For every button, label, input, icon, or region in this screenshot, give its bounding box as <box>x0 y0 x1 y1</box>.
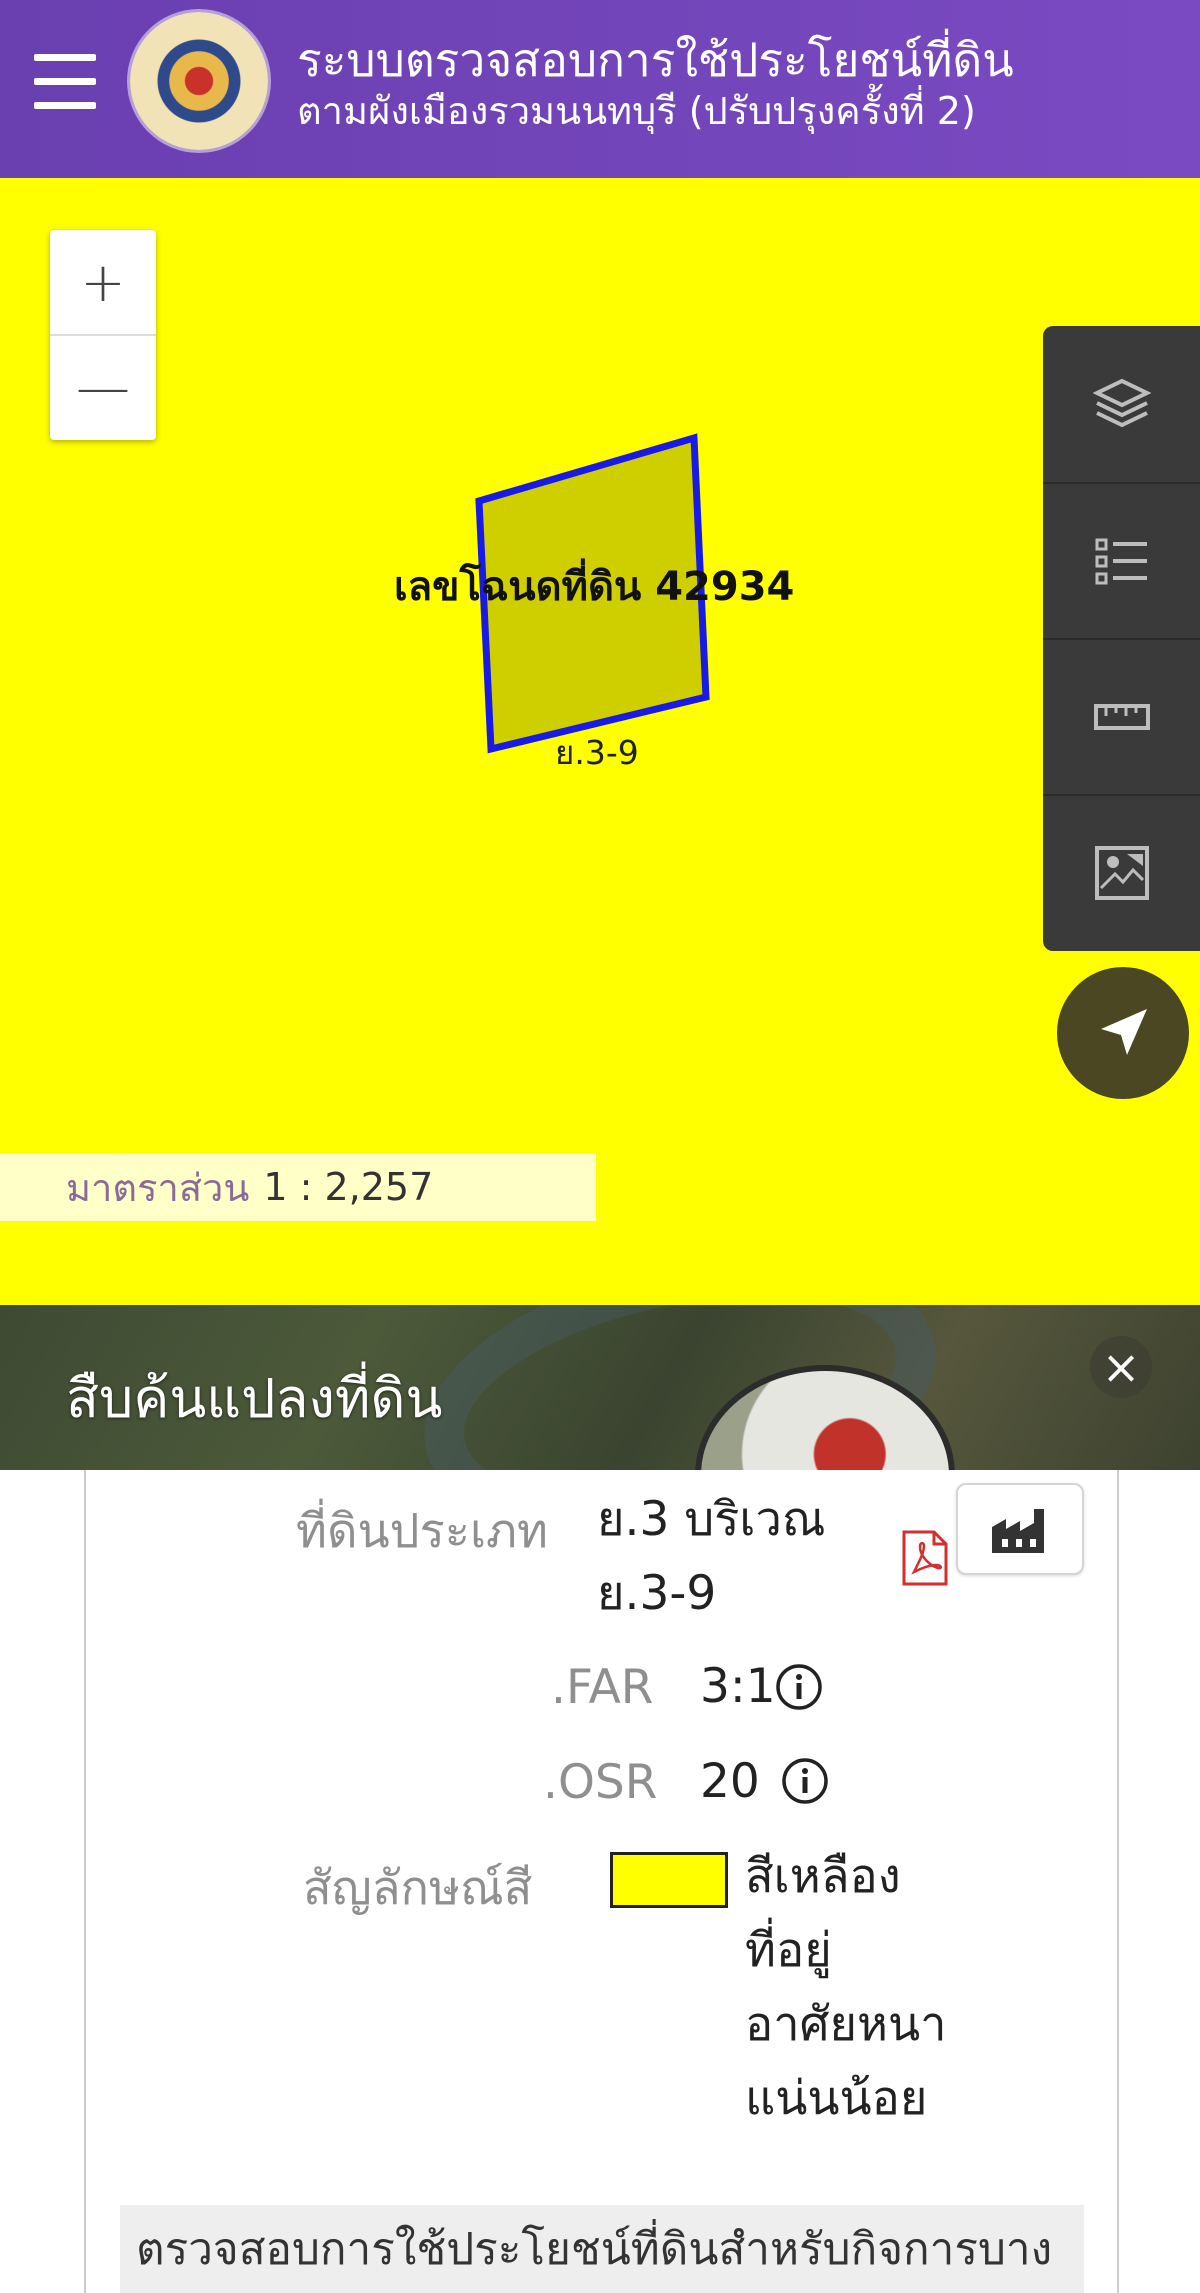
layers-button[interactable] <box>1043 326 1200 482</box>
color-symbol-label: สัญลักษณ์สี <box>303 1861 533 1916</box>
osr-value: 20 <box>700 1754 760 1809</box>
color-desc-line2: ที่อยู่ <box>745 1923 832 1978</box>
app-header: ระบบตรวจสอบการใช้ประโยชน์ที่ดิน ตามผังเม… <box>0 0 1200 178</box>
scale-value: 1 : 2,257 <box>263 1165 434 1209</box>
color-desc-line1: สีเหลือง <box>745 1849 901 1904</box>
factory-activity-button[interactable] <box>956 1483 1084 1575</box>
color-swatch <box>610 1852 728 1908</box>
factory-icon <box>992 1509 1044 1553</box>
land-type-value-line1: ย.3 บริเวณ <box>597 1492 826 1547</box>
province-seal-logo <box>130 12 268 150</box>
map-toolbar <box>1043 326 1200 951</box>
map-view[interactable]: เลขโฉนดที่ดิน 42934 ย.3-9 + — มาตราส่วน … <box>0 178 1200 1305</box>
color-desc-line3: อาศัยหนา <box>745 1997 947 2052</box>
far-value: 3:1 <box>700 1659 776 1714</box>
check-activity-label: ตรวจสอบการใช้ประโยชน์ที่ดินสำหรับกิจการบ… <box>136 2224 1053 2275</box>
map-scale-bar: มาตราส่วน 1 : 2,257 <box>0 1153 596 1221</box>
layers-icon <box>1092 378 1151 428</box>
check-activity-button[interactable]: ตรวจสอบการใช้ประโยชน์ที่ดินสำหรับกิจการบ… <box>120 2205 1084 2293</box>
locate-me-button[interactable] <box>1057 967 1189 1099</box>
far-label: .FAR <box>551 1660 654 1715</box>
close-panel-button[interactable]: × <box>1090 1336 1152 1398</box>
scale-label: มาตราส่วน <box>66 1165 250 1210</box>
legend-button[interactable] <box>1043 482 1200 638</box>
app-subtitle: ตามผังเมืองรวมนนทบุรี (ปรับปรุงครั้งที่ … <box>297 89 976 133</box>
measure-button[interactable] <box>1043 638 1200 794</box>
osr-label: .OSR <box>543 1755 658 1810</box>
zoom-control: + — <box>50 230 156 440</box>
navigation-arrow-icon <box>1101 1009 1147 1055</box>
far-info-icon[interactable] <box>775 1663 823 1711</box>
search-panel-title: สืบค้นแปลงที่ดิน <box>66 1367 443 1430</box>
color-desc-line4: แน่นน้อย <box>745 2071 928 2126</box>
zoom-out-button[interactable]: — <box>50 334 156 438</box>
land-type-label: ที่ดินประเภท <box>296 1504 548 1559</box>
zoom-in-button[interactable]: + <box>50 230 156 334</box>
measure-ruler-icon <box>1093 704 1150 730</box>
search-panel-header: สืบค้นแปลงที่ดิน <box>0 1305 1200 1470</box>
osr-info-icon[interactable] <box>781 1757 829 1805</box>
basemap-button[interactable] <box>1043 794 1200 950</box>
zone-code-label: ย.3-9 <box>555 733 639 772</box>
legend-list-icon <box>1095 538 1147 585</box>
pdf-document-icon[interactable] <box>900 1530 950 1586</box>
hamburger-menu-icon[interactable] <box>34 52 98 112</box>
basemap-icon <box>1094 846 1149 900</box>
parcel-number-label: เลขโฉนดที่ดิน 42934 <box>394 564 795 610</box>
land-type-value-line2: ย.3-9 <box>597 1566 717 1621</box>
